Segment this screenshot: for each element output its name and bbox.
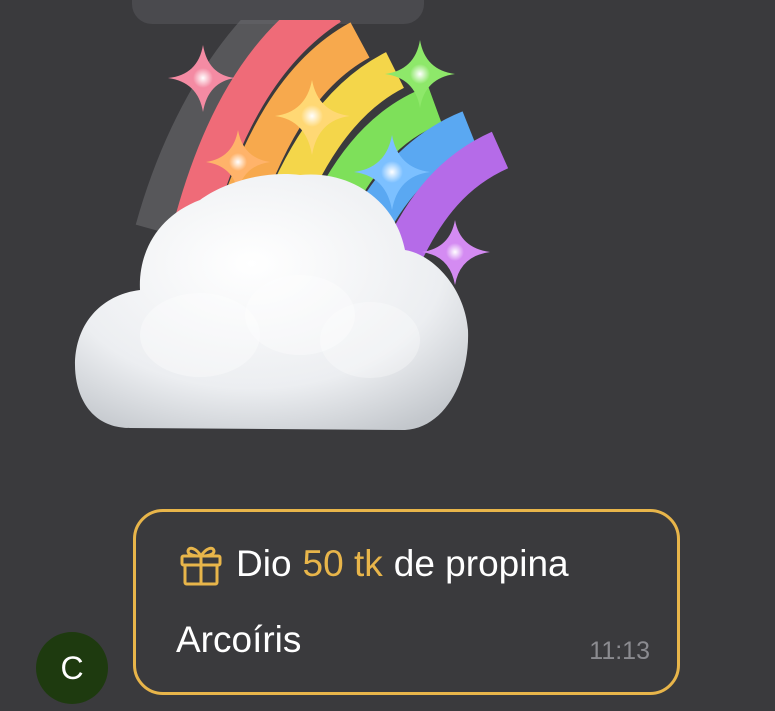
tip-line: Dio 50 tk de propina (178, 542, 569, 586)
rainbow-cloud-sticker[interactable] (60, 20, 520, 450)
avatar[interactable]: C (36, 632, 108, 704)
tip-prefix: Dio (236, 543, 292, 584)
avatar-initial: C (60, 649, 84, 686)
sticker-name: Arcoíris (176, 619, 302, 660)
message-timestamp: 11:13 (589, 637, 650, 665)
tip-suffix: de propina (393, 543, 569, 584)
gift-icon (180, 546, 222, 586)
tip-amount: 50 tk (302, 543, 383, 584)
tip-message-bubble[interactable]: Dio 50 tk de propina Arcoíris 11:13 (133, 509, 680, 695)
